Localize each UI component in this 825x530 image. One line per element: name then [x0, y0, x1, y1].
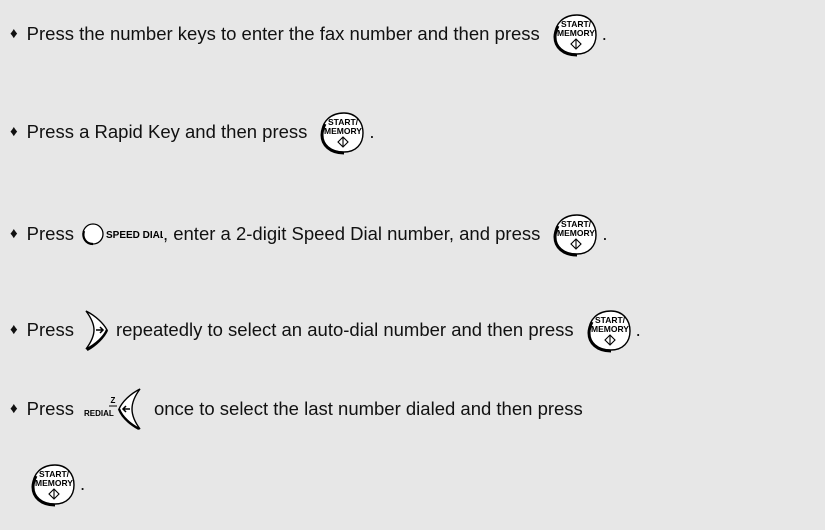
instruction-text: once to select the last number dialed an…	[153, 398, 583, 419]
period: .	[635, 319, 641, 340]
redial-label: REDIAL	[84, 409, 114, 418]
bullet-icon: ♦	[10, 399, 18, 417]
start-memory-key-icon: START/ MEMORY	[28, 460, 78, 508]
period: .	[80, 473, 86, 494]
instruction-text: Press the number keys to enter the fax n…	[26, 23, 540, 44]
instruction-4: ♦ Press repeatedly to select an auto-dia…	[10, 306, 641, 354]
instruction-3: ♦ Press SPEED DIAL , enter a 2-digit Spe…	[10, 210, 608, 258]
instruction-5-continuation: START/ MEMORY .	[28, 460, 85, 508]
start-memory-key-icon: START/ MEMORY	[317, 108, 367, 156]
memory-label: MEMORY	[557, 228, 595, 238]
memory-label: MEMORY	[35, 478, 73, 488]
right-arrow-key-icon	[82, 308, 110, 352]
instruction-1: ♦ Press the number keys to enter the fax…	[10, 10, 607, 58]
redial-top-label: Z	[111, 396, 116, 405]
bullet-icon: ♦	[10, 122, 18, 140]
speed-dial-label: SPEED DIAL	[106, 230, 163, 241]
start-memory-key-icon: START/ MEMORY	[550, 210, 600, 258]
instruction-text: Press a Rapid Key and then press	[26, 121, 308, 142]
memory-label: MEMORY	[557, 28, 595, 38]
bullet-icon: ♦	[10, 320, 18, 338]
instruction-5: ♦ Press Z REDIAL once to select the last…	[10, 386, 583, 432]
instruction-text: , enter a 2-digit Speed Dial number, and…	[162, 223, 541, 244]
instruction-text: Press	[26, 223, 74, 244]
instruction-text: Press	[26, 319, 74, 340]
period: .	[601, 23, 607, 44]
instruction-text: repeatedly to select an auto-dial number…	[115, 319, 574, 340]
start-memory-key-icon: START/ MEMORY	[550, 10, 600, 58]
period: .	[369, 121, 375, 142]
bullet-icon: ♦	[10, 224, 18, 242]
bullet-icon: ♦	[10, 24, 18, 42]
period: .	[602, 223, 608, 244]
redial-key-icon: Z REDIAL	[82, 386, 146, 432]
start-memory-key-icon: START/ MEMORY	[584, 306, 634, 354]
memory-label: MEMORY	[591, 324, 629, 334]
memory-label: MEMORY	[324, 126, 362, 136]
instruction-2: ♦ Press a Rapid Key and then press START…	[10, 108, 375, 156]
instruction-text: Press	[26, 398, 74, 419]
speed-dial-key-icon: SPEED DIAL	[81, 222, 163, 246]
